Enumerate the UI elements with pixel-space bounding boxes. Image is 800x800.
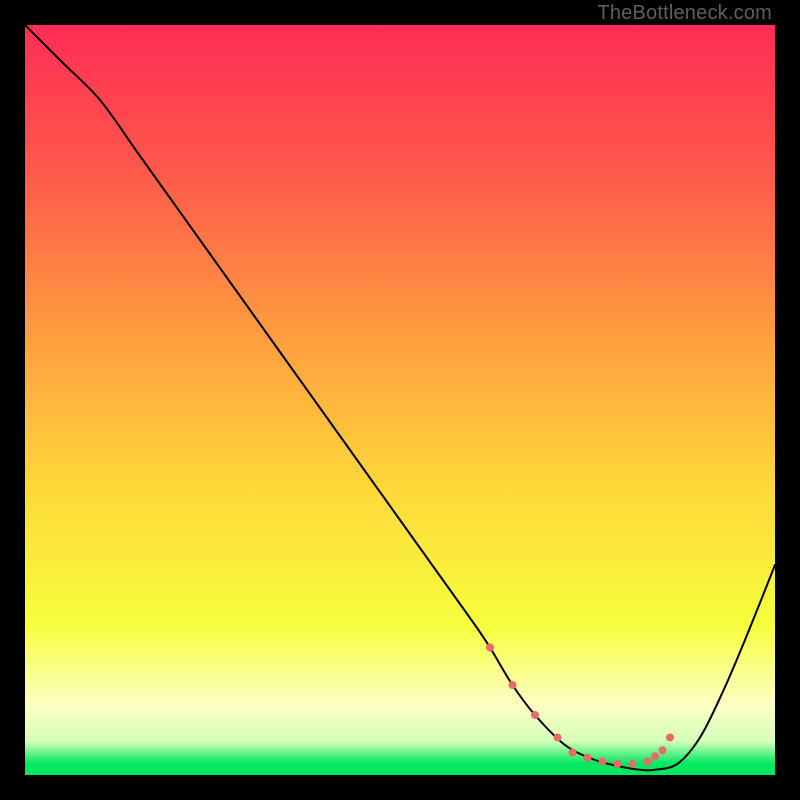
plot-area [25, 25, 775, 775]
watermark-text: TheBottleneck.com [597, 2, 772, 25]
background-gradient [25, 25, 775, 775]
chart-stage: TheBottleneck.com [0, 0, 800, 800]
